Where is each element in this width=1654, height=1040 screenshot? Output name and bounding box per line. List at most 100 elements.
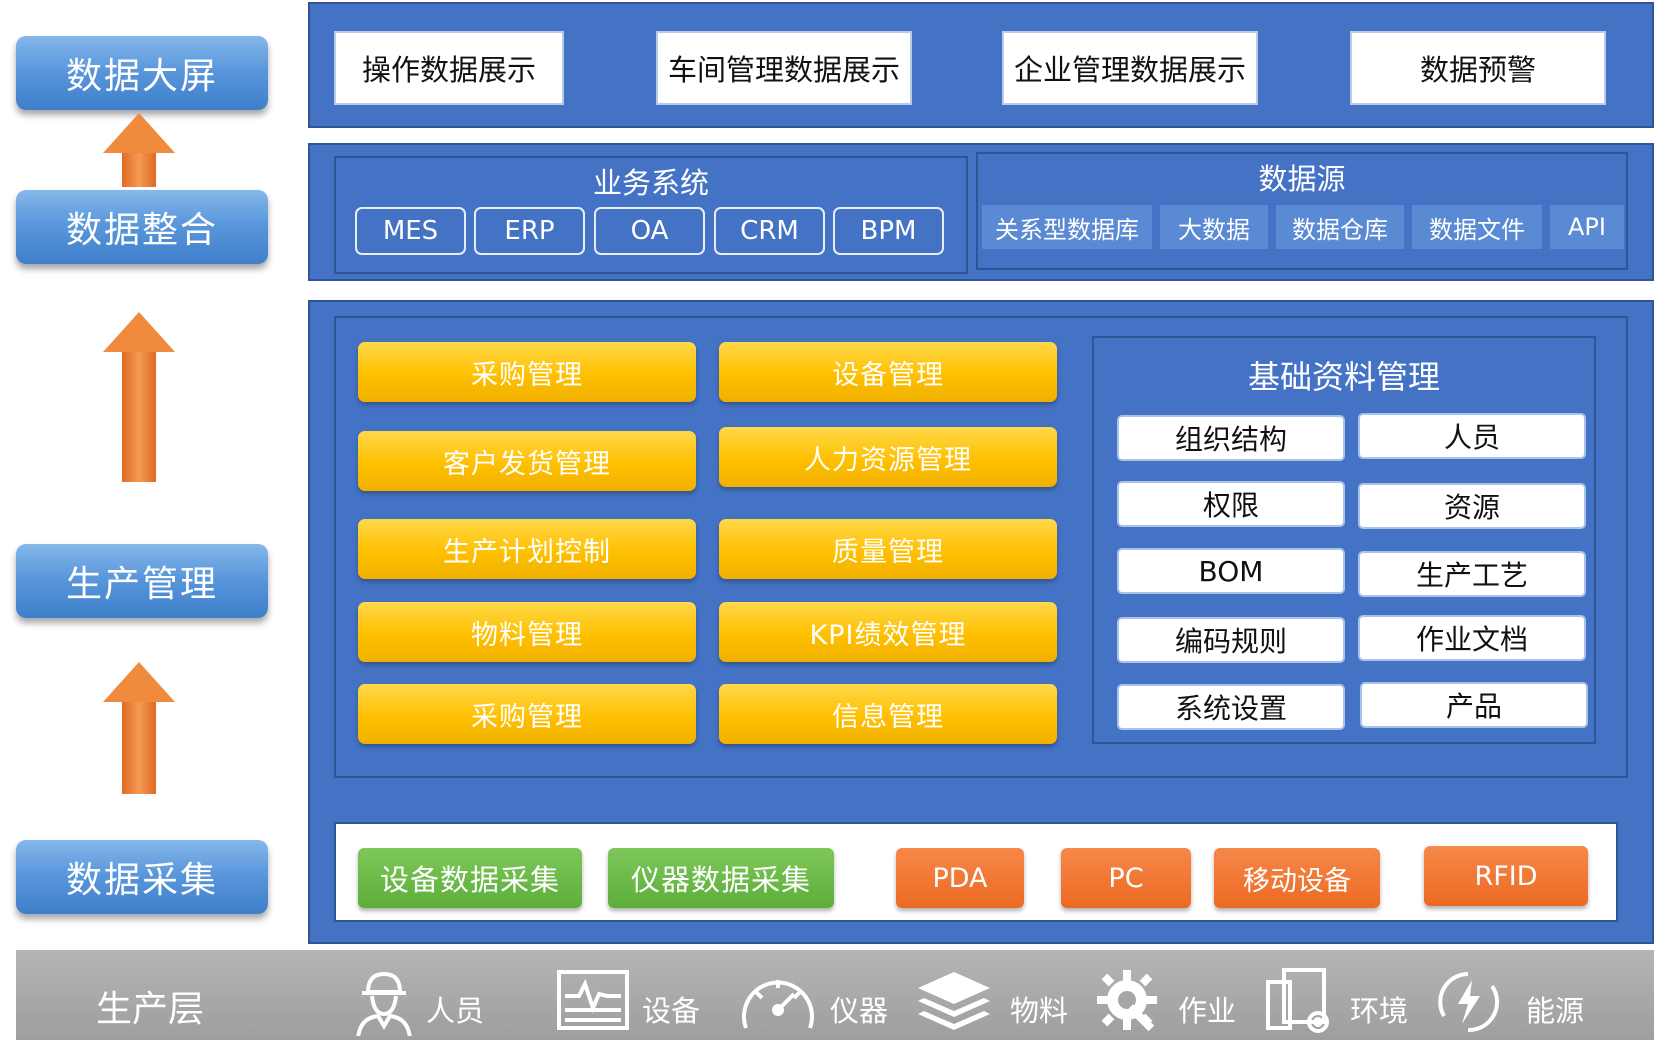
collect-label: 仪器数据采集 — [630, 863, 811, 897]
system-crm: CRM — [714, 207, 825, 255]
stage-production-management: 生产管理 — [16, 544, 268, 618]
basic-system-settings: 系统设置 — [1117, 684, 1345, 730]
device-label: PC — [1108, 862, 1144, 894]
display-item-workshop: 车间管理数据展示 — [656, 31, 912, 105]
source-label: 数据仓库 — [1292, 215, 1388, 244]
source-api: API — [1550, 205, 1624, 249]
stage-data-integration: 数据整合 — [16, 190, 268, 264]
basic-label: 产品 — [1445, 690, 1502, 723]
source-data-file: 数据文件 — [1412, 205, 1542, 249]
basic-label: 组织结构 — [1174, 423, 1287, 456]
display-item-label: 操作数据展示 — [361, 53, 536, 87]
module-kpi: KPI绩效管理 — [719, 602, 1057, 662]
basic-resource: 资源 — [1358, 483, 1586, 529]
module-label: 物料管理 — [471, 619, 583, 651]
basic-label: 资源 — [1443, 491, 1500, 524]
source-data-warehouse: 数据仓库 — [1276, 205, 1404, 249]
system-label: ERP — [504, 216, 555, 246]
display-item-operation: 操作数据展示 — [334, 31, 564, 105]
module-production-planning: 生产计划控制 — [358, 519, 696, 579]
stage-data-collection: 数据采集 — [16, 840, 268, 914]
basic-bom: BOM — [1117, 548, 1345, 594]
layer-label-equipment: 设备 — [642, 994, 701, 1028]
collect-label: 设备数据采集 — [379, 863, 560, 897]
module-human-resources: 人力资源管理 — [719, 427, 1057, 487]
module-information: 信息管理 — [719, 684, 1057, 744]
energy-icon — [1438, 972, 1500, 1033]
system-erp: ERP — [474, 207, 585, 255]
module-label: 人力资源管理 — [804, 444, 972, 476]
layer-label-personnel: 人员 — [426, 994, 485, 1028]
display-item-warning: 数据预警 — [1350, 31, 1606, 105]
device-label: 移动设备 — [1243, 865, 1351, 897]
system-label: OA — [630, 216, 669, 246]
module-label: 采购管理 — [471, 701, 583, 733]
system-mes: MES — [355, 207, 466, 255]
module-quality: 质量管理 — [719, 519, 1057, 579]
module-label: 设备管理 — [832, 359, 944, 391]
layer-label-instrument: 仪器 — [830, 994, 889, 1028]
basic-work-docs: 作业文档 — [1358, 615, 1586, 661]
display-item-enterprise: 企业管理数据展示 — [1002, 31, 1258, 105]
layer-label-operation: 作业 — [1178, 994, 1237, 1028]
basic-label: 权限 — [1202, 489, 1259, 522]
up-arrow-icon — [103, 113, 175, 187]
layer-label-environment: 环境 — [1350, 994, 1409, 1028]
system-label: BPM — [860, 216, 917, 246]
basic-product: 产品 — [1360, 682, 1588, 728]
source-label: 大数据 — [1178, 215, 1250, 244]
stage-label: 生产管理 — [65, 564, 218, 605]
stage-label: 数据整合 — [65, 210, 218, 251]
gear-wrench-icon — [1097, 970, 1157, 1032]
module-label: 采购管理 — [471, 359, 583, 391]
device-label: PDA — [932, 862, 988, 894]
worker-icon — [356, 971, 412, 1036]
stage-label: 数据采集 — [65, 860, 218, 901]
module-label: 生产计划控制 — [443, 536, 611, 568]
basic-data-title: 基础资料管理 — [1247, 358, 1440, 396]
production-layer-title: 生产层 — [96, 989, 205, 1030]
collect-equipment-data: 设备数据采集 — [358, 848, 582, 908]
device-label: RFID — [1474, 860, 1538, 892]
stage-label: 数据大屏 — [65, 56, 218, 97]
basic-label: 人员 — [1443, 421, 1500, 454]
basic-process: 生产工艺 — [1358, 551, 1586, 597]
system-label: MES — [382, 216, 439, 246]
module-procurement-2: 采购管理 — [358, 684, 696, 744]
device-pc: PC — [1061, 848, 1191, 908]
layers-icon — [918, 972, 990, 1030]
display-item-label: 数据预警 — [1419, 53, 1536, 87]
layer-label-energy: 能源 — [1526, 994, 1585, 1028]
basic-org-structure: 组织结构 — [1117, 415, 1345, 461]
module-label: 质量管理 — [832, 536, 944, 568]
collect-instrument-data: 仪器数据采集 — [608, 848, 834, 908]
system-oa: OA — [594, 207, 705, 255]
source-label: API — [1568, 213, 1606, 241]
gauge-icon — [742, 980, 814, 1029]
device-pda: PDA — [896, 848, 1024, 908]
stage-data-display: 数据大屏 — [16, 36, 268, 110]
basic-label: 编码规则 — [1174, 625, 1287, 658]
basic-label: 系统设置 — [1174, 692, 1287, 725]
business-system-title: 业务系统 — [592, 166, 709, 200]
source-relational-db: 关系型数据库 — [982, 205, 1152, 249]
data-source-title: 数据源 — [1258, 162, 1346, 196]
source-label: 关系型数据库 — [995, 215, 1139, 244]
basic-personnel: 人员 — [1358, 413, 1586, 459]
monitor-icon — [557, 970, 629, 1030]
source-label: 数据文件 — [1429, 215, 1525, 244]
layer-label-material: 物料 — [1010, 994, 1069, 1028]
module-label: KPI绩效管理 — [809, 619, 967, 651]
display-item-label: 企业管理数据展示 — [1013, 53, 1246, 87]
module-procurement: 采购管理 — [358, 342, 696, 402]
module-customer-delivery: 客户发货管理 — [358, 431, 696, 491]
system-label: CRM — [740, 216, 799, 246]
display-item-label: 车间管理数据展示 — [667, 53, 900, 87]
device-mobile: 移动设备 — [1214, 848, 1380, 908]
module-material: 物料管理 — [358, 602, 696, 662]
basic-permission: 权限 — [1117, 481, 1345, 527]
devices-icon — [1266, 968, 1329, 1033]
basic-label: 生产工艺 — [1415, 559, 1528, 592]
module-label: 客户发货管理 — [443, 448, 611, 480]
device-rfid: RFID — [1424, 846, 1588, 906]
